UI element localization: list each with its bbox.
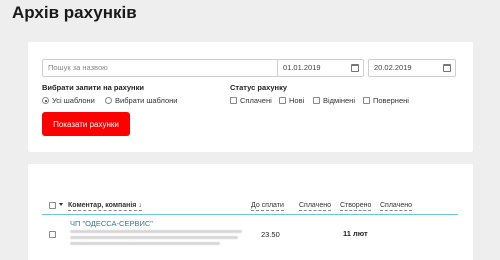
status-new[interactable]: Нові [279, 96, 304, 105]
radio-select-label: Вибрати шаблони [115, 96, 178, 105]
row-created: 11 лют [343, 229, 368, 238]
row-comment-blurred [70, 236, 238, 239]
table-header-divider [42, 214, 458, 215]
row-comment-blurred [70, 242, 220, 245]
radio-all-label: Усі шаблони [52, 96, 95, 105]
row-comment-blurred [70, 230, 242, 233]
status-label: Статус рахунку [230, 83, 288, 92]
invoices-table: Коментар, компанія ↓ До сплати Сплачено … [28, 164, 473, 260]
search-input[interactable]: Пошук за назвою [42, 59, 298, 77]
date-to-value: 20.02.2019 [374, 63, 412, 72]
column-to-pay[interactable]: До сплати [251, 201, 284, 211]
show-invoices-button[interactable]: Показати рахунки [42, 112, 130, 136]
row-checkbox[interactable] [49, 231, 56, 238]
status-new-checkbox[interactable] [279, 97, 286, 104]
radio-all-templates[interactable]: Усі шаблони [42, 96, 95, 105]
column-paid-date[interactable]: Сплачено [380, 201, 412, 211]
caret-down-icon[interactable] [59, 203, 63, 206]
column-created[interactable]: Створено [340, 201, 372, 211]
date-from-value: 01.01.2019 [283, 63, 321, 72]
status-paid-label: Сплачені [240, 96, 272, 105]
calendar-icon[interactable] [443, 64, 451, 72]
status-paid[interactable]: Сплачені [230, 96, 272, 105]
filter-panel: Пошук за назвою 01.01.2019 20.02.2019 Ви… [28, 42, 473, 152]
status-cancelled[interactable]: Відмінені [313, 96, 355, 105]
radio-all-indicator[interactable] [42, 97, 49, 104]
status-returned[interactable]: Повернені [363, 96, 409, 105]
status-new-label: Нові [289, 96, 305, 105]
calendar-icon[interactable] [351, 64, 359, 72]
column-comment-company[interactable]: Коментар, компанія ↓ [68, 201, 142, 211]
row-company-link[interactable]: ЧП "ОДЕССА-СЕРВИС" [70, 219, 153, 228]
select-all-checkbox[interactable] [49, 202, 56, 209]
radio-select-indicator[interactable] [105, 97, 112, 104]
status-paid-checkbox[interactable] [230, 97, 237, 104]
status-cancelled-label: Відмінені [323, 96, 355, 105]
date-to-field[interactable]: 20.02.2019 [368, 59, 456, 77]
status-returned-checkbox[interactable] [363, 97, 370, 104]
radio-select-templates[interactable]: Вибрати шаблони [105, 96, 177, 105]
status-cancelled-checkbox[interactable] [313, 97, 320, 104]
status-returned-label: Повернені [373, 96, 409, 105]
column-paid[interactable]: Сплачено [299, 201, 331, 211]
requests-label: Вибрати запити на рахунки [42, 83, 144, 92]
date-from-field[interactable]: 01.01.2019 [277, 59, 364, 77]
row-amount: 23.50 [261, 230, 280, 239]
page-title: Архів рахунків [12, 3, 137, 22]
